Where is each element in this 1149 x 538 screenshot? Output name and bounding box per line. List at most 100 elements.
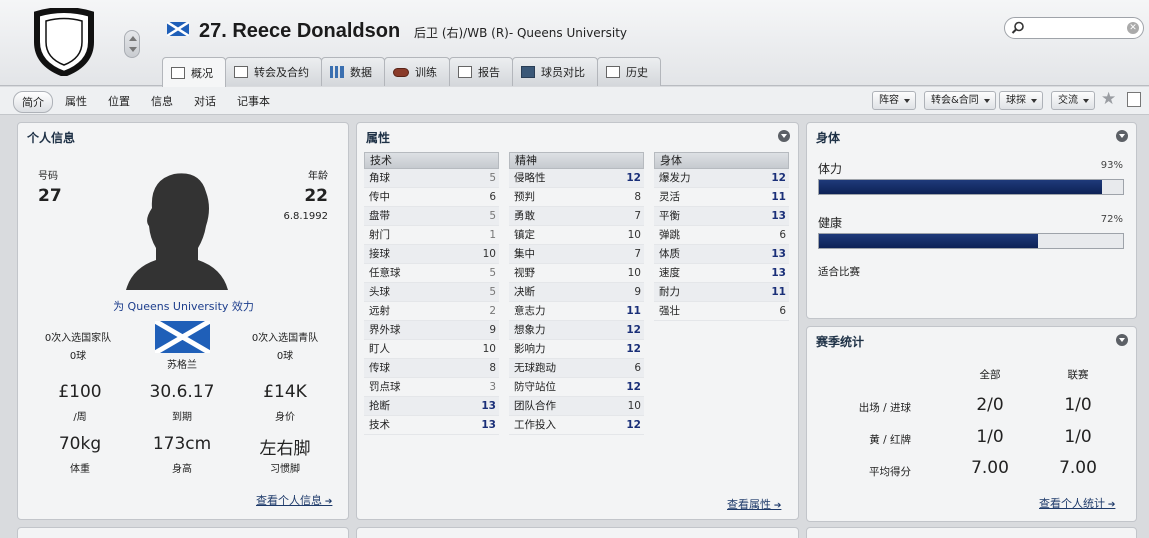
attribute-row[interactable]: 防守站位 12 xyxy=(509,378,644,397)
attribute-value: 2 xyxy=(489,305,496,317)
tab-training[interactable]: 训练 xyxy=(384,57,450,86)
tab-reports[interactable]: 报告 xyxy=(449,57,513,86)
star-icon[interactable]: ★ xyxy=(1101,89,1116,109)
subnav-positions[interactable]: 位置 xyxy=(108,93,130,109)
stat-league-value: 7.00 xyxy=(1059,458,1097,478)
attribute-row[interactable]: 盯人 10 xyxy=(364,340,499,359)
stat-all-value: 2/0 xyxy=(976,395,1004,415)
tab-stats[interactable]: 数据 xyxy=(321,57,385,86)
attribute-value: 11 xyxy=(771,191,786,203)
attribute-row[interactable]: 头球 5 xyxy=(364,283,499,302)
squad-number: 27 xyxy=(38,186,62,206)
scotland-flag-icon xyxy=(167,22,189,36)
attribute-row[interactable]: 爆发力 12 xyxy=(654,169,789,188)
attribute-value: 13 xyxy=(771,267,786,279)
notes-icon[interactable] xyxy=(1127,92,1141,107)
search-input[interactable]: ✕ xyxy=(1004,17,1144,39)
view-personal-stats-link[interactable]: 查看个人统计 xyxy=(1039,495,1115,511)
attribute-row[interactable]: 影响力 12 xyxy=(509,340,644,359)
player-name: 27. Reece Donaldson xyxy=(199,20,401,42)
attribute-row[interactable]: 意志力 11 xyxy=(509,302,644,321)
attribute-name: 技术 xyxy=(369,419,390,431)
subnav-attributes[interactable]: 属性 xyxy=(65,93,87,109)
attribute-row[interactable]: 任意球 5 xyxy=(364,264,499,283)
tab-history[interactable]: 历史 xyxy=(597,57,661,86)
attribute-value: 5 xyxy=(489,267,496,279)
attribute-value: 13 xyxy=(771,248,786,260)
attribute-value: 12 xyxy=(626,419,641,431)
chevron-down-icon[interactable] xyxy=(129,47,137,52)
tab-transfer[interactable]: 转会及合约 xyxy=(225,57,322,86)
attribute-row[interactable]: 平衡 13 xyxy=(654,207,789,226)
attribute-value: 10 xyxy=(627,267,641,279)
attribute-row[interactable]: 无球跑动 6 xyxy=(509,359,644,378)
attribute-value: 12 xyxy=(626,343,641,355)
attribute-row[interactable]: 勇敢 7 xyxy=(509,207,644,226)
subnav-talk[interactable]: 对话 xyxy=(194,93,216,109)
attribute-row[interactable]: 耐力 11 xyxy=(654,283,789,302)
plays-for[interactable]: 为 Queens University 效力 xyxy=(18,298,349,314)
tab-compare[interactable]: 球员对比 xyxy=(512,57,598,86)
panel-menu-icon[interactable] xyxy=(778,130,790,142)
attribute-row[interactable]: 接球 10 xyxy=(364,245,499,264)
attribute-row[interactable]: 界外球 9 xyxy=(364,321,499,340)
attribute-row[interactable]: 罚点球 3 xyxy=(364,378,499,397)
attribute-row[interactable]: 工作投入 12 xyxy=(509,416,644,435)
subnav-overview[interactable]: 简介 xyxy=(13,91,53,113)
physical-header: 身体 xyxy=(654,152,789,169)
scout-dropdown[interactable]: 球探 xyxy=(999,91,1043,110)
panel-menu-icon[interactable] xyxy=(1116,334,1128,346)
attribute-row[interactable]: 灵活 11 xyxy=(654,188,789,207)
club-crest-icon xyxy=(34,8,94,76)
interact-dropdown[interactable]: 交流 xyxy=(1051,91,1095,110)
squad-dropdown[interactable]: 阵容 xyxy=(872,91,916,110)
tab-bar: 概况 转会及合约 数据 训练 报告 球员对比 历史 xyxy=(162,57,661,87)
transfer-contract-dropdown[interactable]: 转会&合同 xyxy=(924,91,996,110)
tab-overview[interactable]: 概况 xyxy=(162,57,226,87)
subnav-info[interactable]: 信息 xyxy=(151,93,173,109)
attribute-row[interactable]: 强壮 6 xyxy=(654,302,789,321)
health-percent: 72% xyxy=(1100,214,1123,225)
attribute-row[interactable]: 想象力 12 xyxy=(509,321,644,340)
view-attributes-link[interactable]: 查看属性 xyxy=(727,496,781,512)
attribute-row[interactable]: 传中 6 xyxy=(364,188,499,207)
attribute-row[interactable]: 速度 13 xyxy=(654,264,789,283)
health-bar xyxy=(818,233,1124,249)
attribute-row[interactable]: 决断 9 xyxy=(509,283,644,302)
attribute-row[interactable]: 侵略性 12 xyxy=(509,169,644,188)
attribute-name: 角球 xyxy=(369,172,390,184)
attribute-value: 1 xyxy=(489,229,496,241)
attribute-row[interactable]: 弹跳 6 xyxy=(654,226,789,245)
attribute-name: 抢断 xyxy=(369,400,390,412)
attribute-row[interactable]: 镇定 10 xyxy=(509,226,644,245)
attribute-row[interactable]: 抢断 13 xyxy=(364,397,499,416)
chevron-up-icon[interactable] xyxy=(129,36,137,41)
attribute-row[interactable]: 角球 5 xyxy=(364,169,499,188)
attribute-row[interactable]: 团队合作 10 xyxy=(509,397,644,416)
attribute-name: 想象力 xyxy=(514,324,546,336)
attribute-row[interactable]: 传球 8 xyxy=(364,359,499,378)
attribute-row[interactable]: 集中 7 xyxy=(509,245,644,264)
attribute-value: 10 xyxy=(482,248,496,260)
attribute-name: 界外球 xyxy=(369,324,401,336)
clear-icon[interactable]: ✕ xyxy=(1127,22,1139,34)
attribute-row[interactable]: 射门 1 xyxy=(364,226,499,245)
weight-label: 体重 xyxy=(70,464,90,475)
subnav-notes[interactable]: 记事本 xyxy=(237,93,270,109)
attribute-value: 5 xyxy=(489,172,496,184)
attribute-row[interactable]: 远射 2 xyxy=(364,302,499,321)
attribute-row[interactable]: 视野 10 xyxy=(509,264,644,283)
view-personal-info-link[interactable]: 查看个人信息 xyxy=(256,492,332,508)
mental-column: 精神 侵略性 12 预判 8 勇敢 7 镇定 10 集中 7 视野 10 决断 9 意志力 11 想象力 12 影响… xyxy=(509,152,644,435)
attribute-name: 镇定 xyxy=(514,229,535,241)
panel-menu-icon[interactable] xyxy=(1116,130,1128,142)
attribute-row[interactable]: 技术 13 xyxy=(364,416,499,435)
panel-title: 个人信息 xyxy=(27,131,76,145)
attribute-row[interactable]: 预判 8 xyxy=(509,188,644,207)
attribute-value: 10 xyxy=(627,400,641,412)
attribute-row[interactable]: 体质 13 xyxy=(654,245,789,264)
player-stepper[interactable] xyxy=(124,30,140,58)
age-label: 年龄 xyxy=(308,171,328,182)
attribute-name: 灵活 xyxy=(659,191,680,203)
attribute-row[interactable]: 盘带 5 xyxy=(364,207,499,226)
